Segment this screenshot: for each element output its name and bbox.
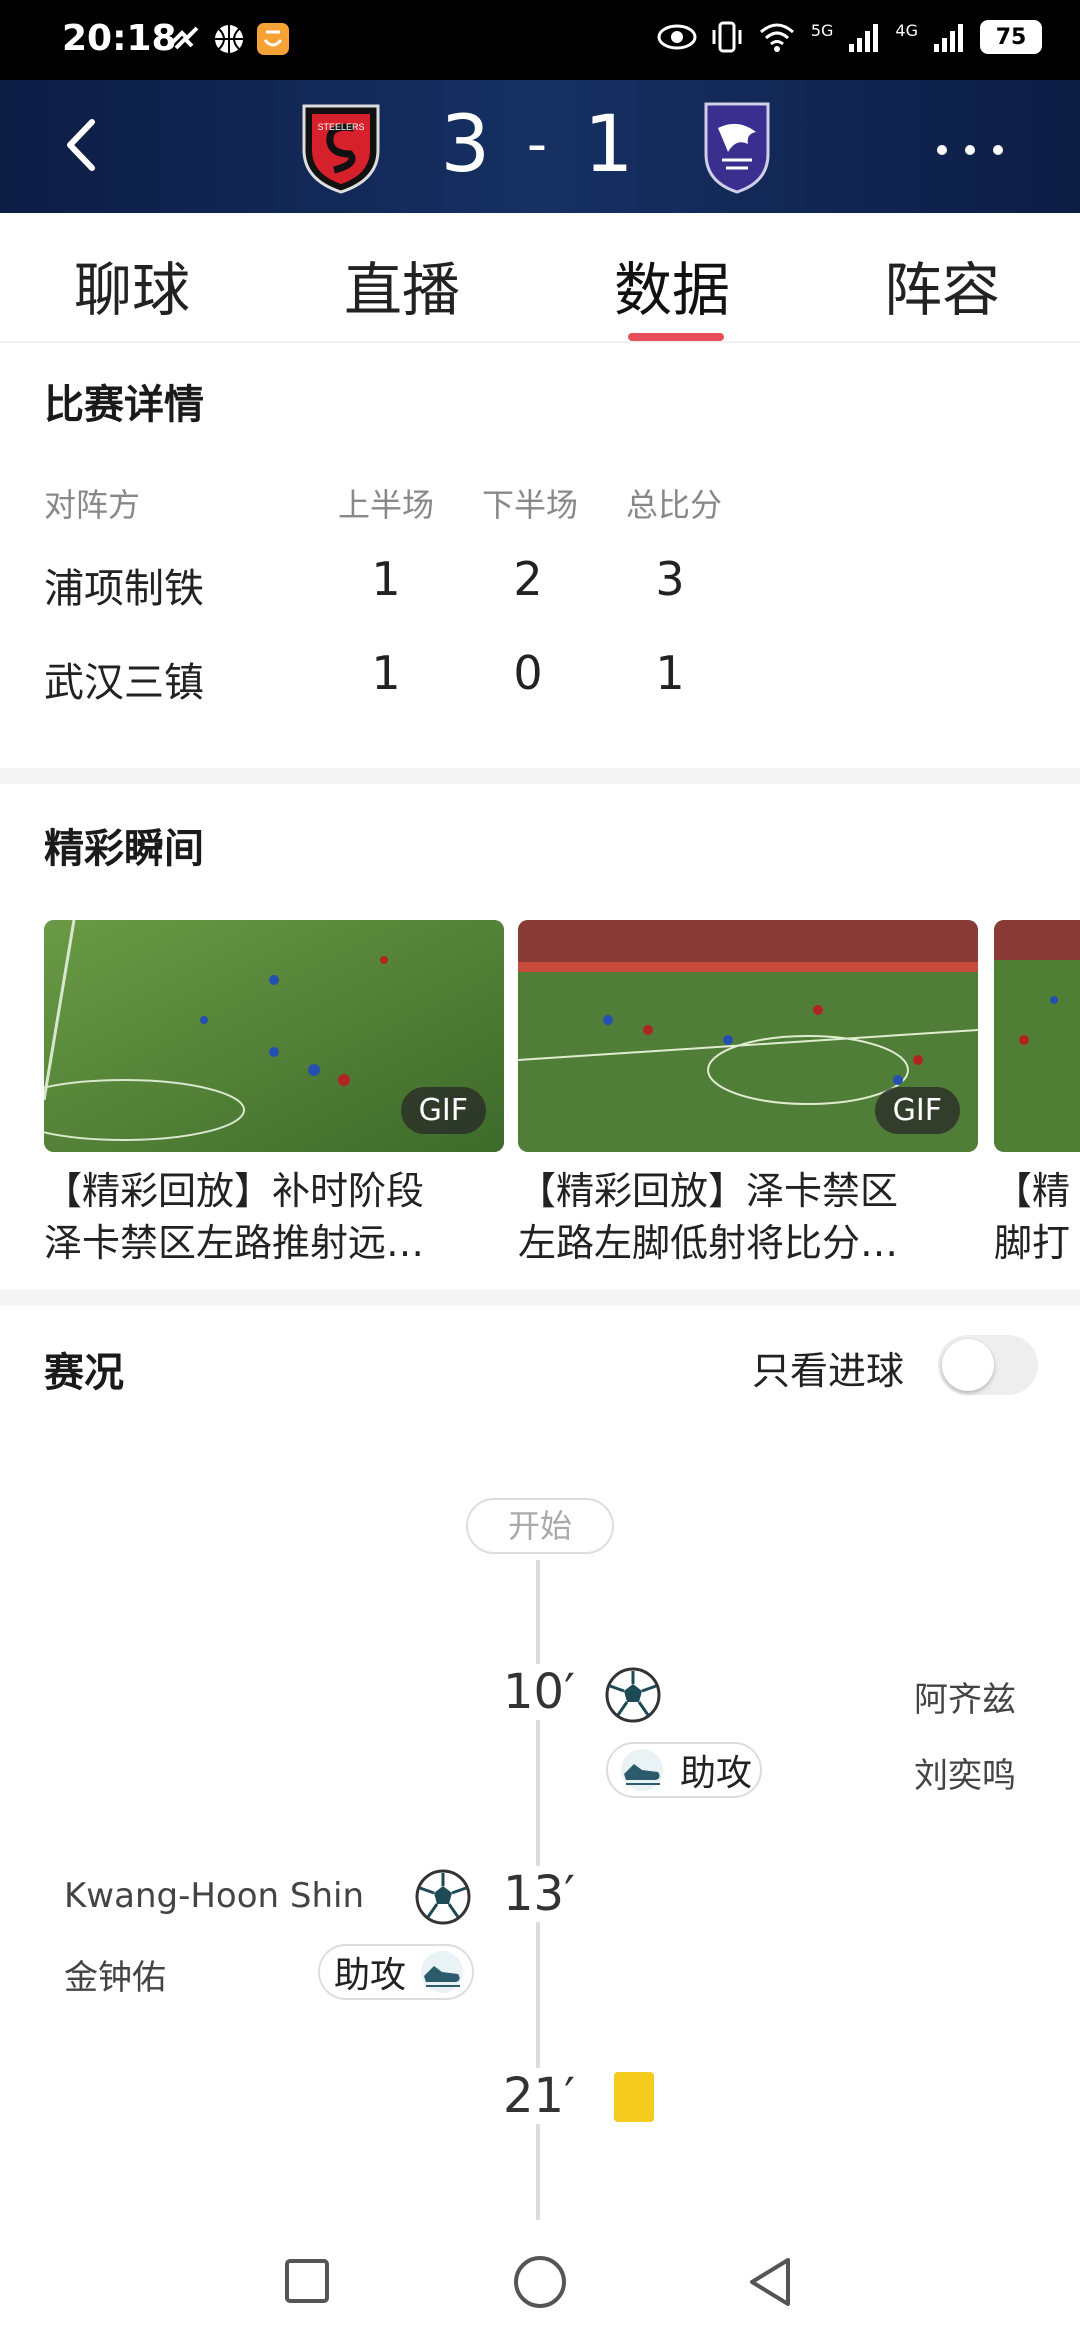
away-total: 1: [655, 646, 685, 700]
section-divider: [0, 768, 1080, 784]
battery-indicator: 75: [980, 20, 1042, 54]
status-bar: 20:18 5G 4G 75: [0, 0, 1080, 80]
recent-apps-icon[interactable]: [282, 2256, 332, 2306]
score-separator: -: [526, 112, 554, 177]
event-assister[interactable]: 金钟佑: [64, 1950, 166, 1999]
boot-icon: [621, 1749, 663, 1791]
system-nav-bar: [0, 2230, 1080, 2340]
eye-icon: [657, 24, 697, 50]
home-first-half: 1: [371, 552, 401, 606]
vibrate-icon: [712, 21, 742, 53]
highlight-caption-1[interactable]: 【精彩回放】补时阶段 泽卡禁区左路推射远…: [44, 1165, 504, 1269]
highlight-caption-3[interactable]: 【精 脚打: [994, 1165, 1080, 1269]
basketball-app-icon: [215, 25, 243, 53]
away-first-half: 1: [371, 646, 401, 700]
active-tab-indicator: [628, 333, 724, 341]
caption-line: 泽卡禁区左路推射远…: [44, 1221, 425, 1265]
highlights-title: 精彩瞬间: [44, 826, 204, 872]
toggle-knob: [942, 1339, 994, 1391]
event-assister[interactable]: 刘奕鸣: [914, 1748, 1016, 1797]
event-scorer[interactable]: 阿齐兹: [914, 1672, 1016, 1721]
more-options-icon[interactable]: [930, 130, 1010, 170]
status-notification-icons: [168, 22, 290, 56]
signal-4g-bars-icon: [934, 24, 963, 52]
assist-label: 助攻: [680, 1753, 753, 1794]
event-minute: 21′: [494, 2068, 584, 2124]
boot-icon: [421, 1951, 464, 1993]
header-first-half: 上半场: [338, 486, 435, 524]
signal-5g-label: 5G: [810, 20, 834, 40]
highlight-caption-2[interactable]: 【精彩回放】泽卡禁区 左路左脚低射将比分…: [518, 1165, 978, 1269]
away-second-half: 0: [513, 646, 543, 700]
event-minute: 13′: [494, 1866, 584, 1922]
away-score: 1: [583, 100, 640, 190]
yellow-card-icon: [614, 2072, 654, 2122]
signal-4g-label: 4G: [895, 20, 918, 40]
tab-bar: 聊球 直播 数据 阵容: [0, 213, 1080, 343]
back-chevron-icon[interactable]: [50, 110, 120, 180]
section-divider: [0, 1290, 1080, 1306]
tab-chat[interactable]: 聊球: [74, 243, 190, 327]
event-scorer[interactable]: Kwang-Hoon Shin: [64, 1876, 364, 1916]
caption-line: 【精彩回放】泽卡禁区: [518, 1169, 899, 1213]
notification-app-icon: [171, 26, 199, 50]
back-triangle-icon[interactable]: [744, 2254, 796, 2310]
tab-lineup[interactable]: 阵容: [884, 243, 1000, 327]
header-second-half: 下半场: [482, 486, 579, 524]
goals-only-toggle[interactable]: [938, 1335, 1038, 1395]
gif-badge: GIF: [874, 1087, 960, 1134]
events-title: 赛况: [44, 1350, 124, 1396]
match-header: STEELERS 3 - 1: [0, 80, 1080, 213]
tab-data[interactable]: 数据: [614, 243, 730, 327]
highlight-thumbnail-1[interactable]: GIF: [44, 920, 504, 1152]
match-details-title: 比赛详情: [44, 382, 204, 428]
status-time: 20:18: [62, 18, 177, 59]
header-total: 总比分: [626, 486, 723, 524]
caption-line: 脚打: [994, 1221, 1071, 1265]
home-score: 3: [440, 100, 497, 190]
football-icon: [605, 1667, 661, 1723]
match-score: 3 - 1: [430, 100, 650, 190]
battery-level: 75: [995, 24, 1027, 50]
shopping-app-icon: [257, 23, 289, 55]
football-icon: [415, 1869, 471, 1925]
home-total: 3: [655, 552, 685, 606]
match-start-chip: 开始: [466, 1498, 614, 1554]
away-team-name: 武汉三镇: [44, 660, 204, 706]
event-minute: 10′: [494, 1664, 584, 1720]
wifi-icon: [759, 23, 794, 52]
home-team-logo[interactable]: STEELERS: [298, 98, 384, 194]
status-system-icons: 5G 4G 75: [657, 20, 1042, 54]
signal-5g-bars-icon: [849, 24, 879, 52]
caption-line: 左路左脚低射将比分…: [518, 1221, 899, 1265]
home-team-name: 浦项制铁: [44, 566, 204, 612]
highlight-thumbnail-2[interactable]: GIF: [518, 920, 978, 1152]
away-team-logo[interactable]: [702, 98, 772, 194]
home-second-half: 2: [513, 552, 543, 606]
assist-chip: 助攻: [606, 1742, 762, 1798]
highlight-thumbnail-3[interactable]: [994, 920, 1080, 1152]
home-logo-text: STEELERS: [317, 122, 364, 132]
assist-label: 助攻: [334, 1955, 407, 1996]
caption-line: 【精彩回放】补时阶段: [44, 1169, 425, 1213]
goals-only-label: 只看进球: [752, 1349, 905, 1393]
header-matchup: 对阵方: [44, 486, 141, 524]
tab-live[interactable]: 直播: [344, 243, 460, 327]
football-pitch-image: [994, 920, 1080, 1152]
caption-line: 【精: [994, 1169, 1071, 1213]
gif-badge: GIF: [400, 1087, 486, 1134]
home-circle-icon[interactable]: [512, 2254, 568, 2310]
assist-chip: 助攻: [318, 1944, 474, 2000]
